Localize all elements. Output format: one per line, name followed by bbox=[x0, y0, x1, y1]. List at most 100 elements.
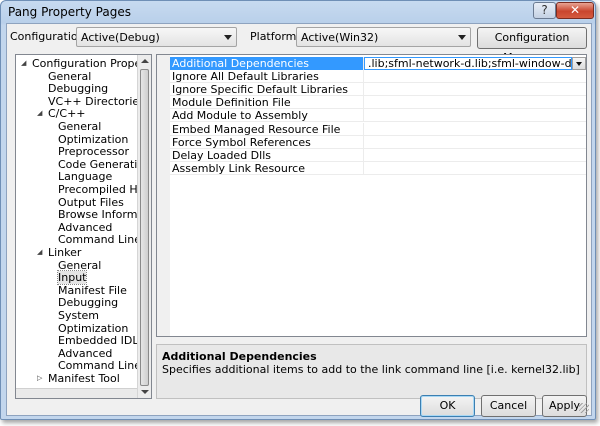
expander-triangle-icon[interactable]: ◢ bbox=[21, 57, 26, 70]
tree-item-label: General bbox=[58, 120, 102, 133]
tree-vertical-scrollbar[interactable] bbox=[137, 55, 151, 398]
property-row[interactable]: Add Module to Assembly bbox=[170, 109, 586, 123]
property-row[interactable]: Embed Managed Resource File bbox=[170, 122, 586, 136]
tree-item-label: Command Line bbox=[58, 233, 141, 247]
tree-item[interactable]: ▷ Manifest Tool bbox=[37, 372, 120, 385]
property-name: Assembly Link Resource bbox=[170, 161, 364, 175]
tree-item-label: Preprocessor bbox=[58, 145, 130, 159]
property-row[interactable]: Module Definition File bbox=[170, 96, 586, 110]
platform-label: Platform: bbox=[250, 30, 301, 43]
chevron-down-icon bbox=[224, 35, 232, 40]
tree-item-label: Configuration Properties bbox=[32, 57, 151, 70]
tree-item[interactable]: ◢ C/C++ bbox=[37, 107, 86, 121]
tree-item[interactable]: Optimization bbox=[58, 322, 128, 335]
dialog-client-area: Configuration: Active(Debug) Platform: A… bbox=[6, 23, 592, 417]
tree-item[interactable]: Manifest File bbox=[58, 284, 127, 297]
tree-item[interactable]: General bbox=[58, 259, 101, 272]
description-pane: Additional Dependencies Specifies additi… bbox=[156, 344, 587, 399]
property-tree[interactable]: ◢Configuration PropertiesGeneralDebuggin… bbox=[15, 54, 152, 399]
property-row[interactable]: Delay Loaded Dlls bbox=[170, 148, 586, 162]
tree-item[interactable]: Command Line bbox=[58, 233, 141, 246]
title-bar[interactable]: Pang Property Pages ? ✕ bbox=[1, 1, 595, 23]
configuration-manager-button[interactable]: Configuration Manager... bbox=[477, 27, 587, 64]
chevron-down-icon bbox=[458, 35, 466, 40]
tree-item[interactable]: General bbox=[58, 120, 101, 133]
tree-item-label: Optimization bbox=[58, 321, 129, 335]
platform-dropdown[interactable]: Active(Win32) bbox=[296, 27, 471, 47]
scroll-up-icon[interactable] bbox=[141, 59, 149, 63]
help-button[interactable]: ? bbox=[533, 2, 556, 19]
chevron-down-icon bbox=[576, 62, 582, 66]
tree-item-label: Language bbox=[58, 170, 113, 184]
tree-item[interactable]: Debugging bbox=[48, 82, 108, 95]
tree-item-label: General bbox=[58, 258, 102, 272]
property-value[interactable]: .lib;sfml-network-d.lib;sfml-window-d.li… bbox=[364, 57, 572, 70]
tree-item[interactable]: Output Files bbox=[58, 196, 124, 209]
tree-item[interactable]: Input bbox=[56, 270, 88, 286]
tree-item-label: Advanced bbox=[58, 346, 113, 360]
configuration-dropdown[interactable]: Active(Debug) bbox=[76, 27, 237, 47]
tree-item-label: Embedded IDL bbox=[58, 334, 139, 348]
expander-triangle-icon[interactable]: ◢ bbox=[37, 246, 42, 259]
tree-item[interactable]: VC++ Directories bbox=[48, 95, 145, 108]
description-title: Additional Dependencies bbox=[162, 350, 317, 363]
property-name: Add Module to Assembly bbox=[170, 109, 364, 123]
scroll-down-icon[interactable] bbox=[141, 390, 149, 394]
tree-item[interactable]: Preprocessor bbox=[58, 145, 129, 158]
property-name: Embed Managed Resource File bbox=[170, 122, 364, 136]
tree-horizontal-scrollbar[interactable] bbox=[16, 388, 137, 398]
description-text: Specifies additional items to add to the… bbox=[162, 363, 580, 376]
property-value bbox=[364, 136, 586, 149]
close-icon: ✕ bbox=[569, 3, 581, 17]
tree-item[interactable]: Embedded IDL bbox=[58, 334, 138, 347]
tree-item-label: Manifest File bbox=[58, 283, 127, 297]
property-pages-window: Pang Property Pages ? ✕ Configuration: A… bbox=[0, 0, 596, 420]
tree-item[interactable]: Advanced bbox=[58, 347, 112, 360]
tree-item[interactable]: Optimization bbox=[58, 133, 128, 146]
property-row[interactable]: Force Symbol References bbox=[170, 135, 586, 149]
tree-item-label: Advanced bbox=[58, 220, 113, 234]
property-name: Force Symbol References bbox=[170, 135, 364, 149]
resize-grip[interactable] bbox=[579, 403, 589, 413]
tree-item[interactable]: General bbox=[48, 70, 91, 83]
property-name: Delay Loaded Dlls bbox=[170, 148, 364, 162]
cancel-button[interactable]: Cancel bbox=[481, 395, 536, 417]
property-row[interactable]: Assembly Link Resource bbox=[170, 161, 586, 175]
tree-item-label: Input bbox=[56, 270, 88, 286]
expander-triangle-icon[interactable]: ◢ bbox=[37, 107, 42, 120]
configuration-value: Active(Debug) bbox=[81, 31, 160, 44]
property-name: Ignore All Default Libraries bbox=[170, 70, 364, 84]
tree-item[interactable]: Command Line bbox=[58, 359, 141, 372]
platform-value: Active(Win32) bbox=[301, 31, 379, 44]
tree-item-label: Optimization bbox=[58, 132, 129, 146]
property-grid[interactable]: Additional Dependencies .lib;sfml-network… bbox=[156, 54, 587, 337]
tree-item-label: Output Files bbox=[58, 195, 124, 209]
grid-gutter bbox=[157, 55, 170, 336]
tree-item-label: Command Line bbox=[58, 359, 141, 373]
tree-item-label: General bbox=[48, 69, 92, 83]
tree-item[interactable]: ◢ Configuration Properties bbox=[21, 57, 151, 70]
tree-item[interactable]: Advanced bbox=[58, 221, 112, 234]
expander-triangle-icon[interactable]: ▷ bbox=[37, 372, 42, 385]
property-name: Module Definition File bbox=[170, 96, 364, 110]
property-value bbox=[364, 123, 586, 136]
tree-item[interactable]: Language bbox=[58, 170, 112, 183]
tree-item-label: Debugging bbox=[58, 296, 119, 310]
scroll-thumb[interactable] bbox=[140, 69, 149, 386]
ok-button[interactable]: OK bbox=[420, 395, 475, 417]
property-row[interactable]: Ignore Specific Default Libraries bbox=[170, 83, 586, 97]
tree-item[interactable]: ◢ Linker bbox=[37, 246, 82, 259]
property-row[interactable]: Ignore All Default Libraries bbox=[170, 70, 586, 84]
value-dropdown-button[interactable] bbox=[572, 57, 586, 70]
tree-item-label: Linker bbox=[48, 246, 82, 259]
tree-item-label: Manifest Tool bbox=[48, 372, 120, 385]
close-button[interactable]: ✕ bbox=[556, 2, 594, 19]
tree-item[interactable]: Debugging bbox=[58, 296, 118, 309]
tree-item[interactable]: System bbox=[58, 309, 99, 322]
tree-item-label: C/C++ bbox=[48, 107, 86, 121]
property-value bbox=[364, 96, 586, 109]
property-row[interactable]: Additional Dependencies .lib;sfml-network… bbox=[170, 57, 586, 70]
property-value bbox=[364, 149, 586, 162]
help-icon: ? bbox=[541, 3, 548, 17]
property-value bbox=[364, 162, 586, 175]
